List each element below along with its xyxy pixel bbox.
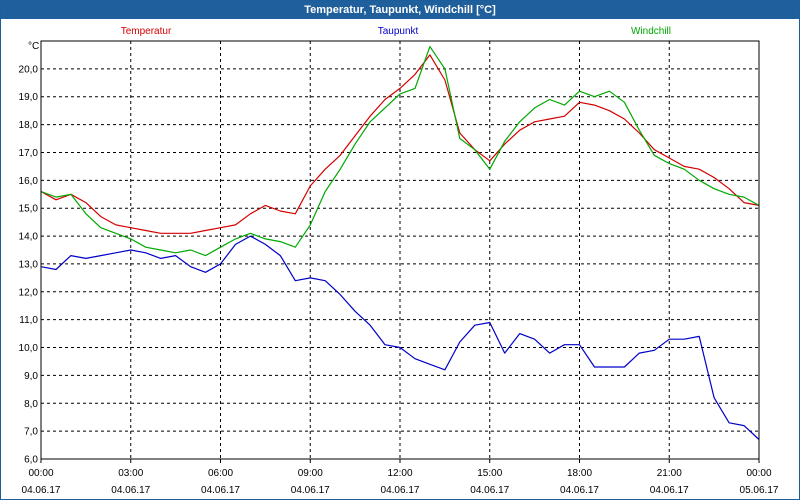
x-tick-date: 04.06.17	[381, 485, 420, 496]
y-tick-label: 9,0	[24, 371, 38, 382]
y-tick-label: 16,0	[19, 176, 39, 187]
y-tick-label: 7,0	[24, 427, 38, 438]
y-axis-ticks: 6,0 7,0 8,0 9,0 10,0 11,0 12,0 13,0 14,0 15,0 16,0…	[19, 64, 39, 465]
x-tick-time: 03:00	[118, 468, 143, 479]
x-tick-date: 04.06.17	[111, 485, 150, 496]
x-tick-time: 21:00	[657, 468, 682, 479]
x-tick-time: 09:00	[298, 468, 323, 479]
y-tick-label: 17,0	[19, 148, 39, 159]
x-axis-ticks: 00:00 04.06.17 03:00 04.06.17 06:00 04.06.17 0…	[22, 468, 779, 496]
y-tick-label: 14,0	[19, 232, 39, 243]
window-title: Temperatur, Taupunkt, Windchill [°C]	[1, 1, 799, 19]
x-tick-date: 04.06.17	[470, 485, 509, 496]
y-tick-label: 10,0	[19, 343, 39, 354]
y-tick-label: 20,0	[19, 64, 39, 75]
y-axis-unit: °C	[28, 41, 39, 52]
x-tick-time: 00:00	[28, 468, 53, 479]
legend-item-windchill: Windchill	[631, 26, 671, 37]
legend: Temperatur Taupunkt Windchill	[121, 26, 671, 37]
grid	[40, 41, 760, 463]
x-tick-time: 06:00	[208, 468, 233, 479]
x-tick-date: 04.06.17	[560, 485, 599, 496]
y-tick-label: 13,0	[19, 259, 39, 270]
x-tick-time: 18:00	[567, 468, 592, 479]
x-tick-date: 04.06.17	[201, 485, 240, 496]
series	[40, 46, 760, 440]
y-tick-label: 8,0	[24, 399, 38, 410]
y-tick-label: 19,0	[19, 92, 39, 103]
chart-window: Temperatur, Taupunkt, Windchill [°C] °C …	[0, 0, 800, 500]
x-tick-date: 05.06.17	[740, 485, 779, 496]
x-tick-time: 00:00	[746, 468, 771, 479]
line-chart: °C 6,0 7,0 8,0 9,0 10,0 11,0 12,0 13,0 14,0 15,0 1…	[19, 26, 779, 496]
x-tick-date: 04.06.17	[650, 485, 689, 496]
y-tick-label: 11,0	[19, 315, 38, 326]
x-tick-date: 04.06.17	[22, 485, 61, 496]
x-tick-date: 04.06.17	[291, 485, 330, 496]
legend-item-temperatur: Temperatur	[121, 26, 172, 37]
y-tick-label: 15,0	[19, 204, 39, 215]
legend-item-taupunkt: Taupunkt	[378, 26, 419, 37]
y-tick-label: 6,0	[24, 455, 38, 466]
x-tick-time: 12:00	[387, 468, 412, 479]
x-tick-time: 15:00	[477, 468, 502, 479]
y-tick-label: 18,0	[19, 120, 39, 131]
y-tick-label: 12,0	[19, 287, 39, 298]
